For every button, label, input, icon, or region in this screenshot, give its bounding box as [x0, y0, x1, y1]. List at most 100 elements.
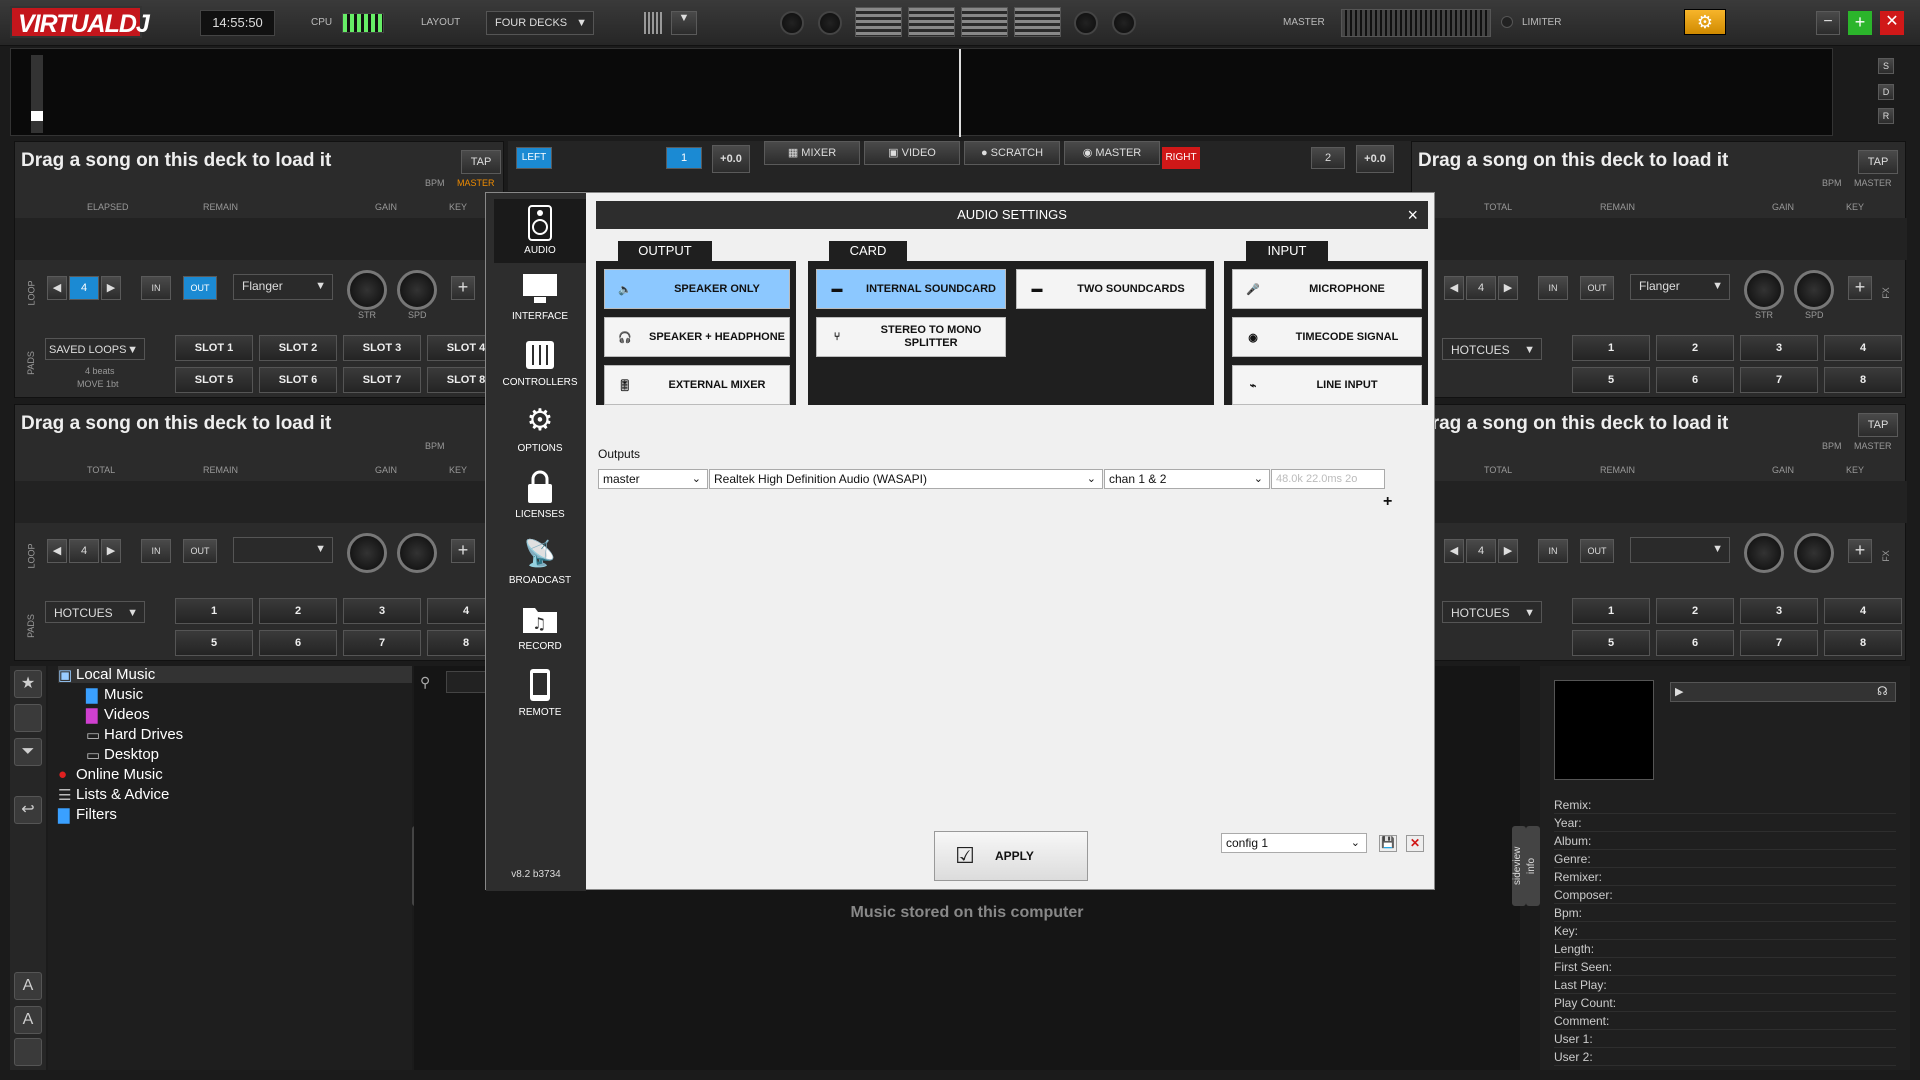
deck-4-pad-5[interactable]: 5 [1572, 630, 1650, 656]
deck-1-str-knob[interactable] [347, 270, 387, 310]
deck-2-pad-6[interactable]: 6 [1656, 367, 1734, 393]
tab-master[interactable]: ◉ MASTER [1064, 141, 1160, 165]
star-icon[interactable]: ★ [14, 670, 42, 698]
deck-4-pad-3[interactable]: 3 [1740, 598, 1818, 624]
deck-2-pad-1[interactable]: 1 [1572, 335, 1650, 361]
deck-2-pad-2[interactable]: 2 [1656, 335, 1734, 361]
master-knob-1[interactable] [780, 11, 804, 35]
nav-licenses[interactable]: LICENSES [494, 463, 586, 527]
font-size-icon[interactable]: A [14, 972, 42, 1000]
deck-1-pitch[interactable]: +0.0 [712, 145, 750, 173]
deck-3-pad-1[interactable]: 1 [175, 598, 253, 624]
deck-3-pad-5[interactable]: 5 [175, 630, 253, 656]
deck-1-wave-strip[interactable] [15, 218, 505, 260]
deck-4-pad-1[interactable]: 1 [1572, 598, 1650, 624]
sdr-r[interactable]: R [1878, 108, 1894, 124]
nav-options[interactable]: ⚙ OPTIONS [494, 397, 586, 461]
deck-2-loop-out[interactable]: OUT [1580, 276, 1614, 300]
maximize-button[interactable]: + [1848, 11, 1872, 35]
deck-4-pad-7[interactable]: 7 [1740, 630, 1818, 656]
output-channel-select[interactable]: chan 1 & 2 ⌄ [1104, 469, 1270, 489]
info-tab[interactable]: info [1526, 826, 1540, 906]
tree-videos[interactable]: ▇ Videos [86, 706, 150, 724]
edit-icon[interactable] [14, 1038, 42, 1066]
add-output-button[interactable]: + [1383, 493, 1392, 511]
master-knob-2[interactable] [818, 11, 842, 35]
font-smaller-icon[interactable]: A [14, 1006, 42, 1034]
deck-2-spd-knob[interactable] [1794, 270, 1834, 310]
tree-music[interactable]: ▇ Music [86, 686, 143, 704]
deck-3-pad-6[interactable]: 6 [259, 630, 337, 656]
deck-4-pads-mode[interactable]: HOTCUES ▼ [1442, 601, 1542, 623]
nav-controllers[interactable]: CONTROLLERS [494, 331, 586, 395]
tree-lists-advice[interactable]: ☰ Lists & Advice [58, 786, 169, 804]
minimize-button[interactable]: − [1816, 11, 1840, 35]
tree-online-music[interactable]: ● Online Music [58, 766, 163, 783]
deck-4-str-knob[interactable] [1744, 533, 1784, 573]
right-deck-button[interactable]: RIGHT [1162, 147, 1200, 169]
deck-2-pad-7[interactable]: 7 [1740, 367, 1818, 393]
deck-2-pads-mode[interactable]: HOTCUES ▼ [1442, 338, 1542, 360]
limiter-led[interactable] [1501, 16, 1513, 28]
output-device-select[interactable]: Realtek High Definition Audio (WASAPI) ⌄ [709, 469, 1103, 489]
input-microphone[interactable]: 🎤 MICROPHONE [1232, 269, 1422, 309]
left-deck-button[interactable]: LEFT [516, 147, 552, 169]
deck-2-loop-in[interactable]: IN [1538, 276, 1568, 300]
deck-3-fx-add[interactable]: + [451, 539, 475, 563]
sdr-s[interactable]: S [1878, 58, 1894, 74]
waveform-overview[interactable] [10, 48, 1833, 137]
deck-1-slot-6[interactable]: SLOT 6 [259, 367, 337, 393]
deck-3-pads-mode[interactable]: HOTCUES ▼ [45, 601, 145, 623]
tab-video[interactable]: ▣ VIDEO [864, 141, 960, 165]
sampler-icon[interactable] [14, 704, 42, 732]
deck-2-select[interactable]: 2 [1311, 147, 1345, 169]
deck-2-pitch[interactable]: +0.0 [1356, 145, 1394, 173]
deck-2-tap-button[interactable]: TAP [1858, 150, 1898, 174]
deck-4-loop-size[interactable]: 4 [1466, 539, 1496, 563]
close-button[interactable]: ✕ [1880, 11, 1904, 35]
deck-2-wave-strip[interactable] [1412, 218, 1907, 260]
deck-1-pads-mode[interactable]: SAVED LOOPS ▼ [45, 338, 145, 360]
card-stereo-mono-splitter[interactable]: ⑂ STEREO TO MONO SPLITTER [816, 317, 1006, 357]
deck-3-loop-in[interactable]: IN [141, 539, 171, 563]
deck-1-spd-knob[interactable] [397, 270, 437, 310]
waveform-icon[interactable] [644, 12, 664, 34]
deck-4-fx-add[interactable]: + [1848, 539, 1872, 563]
nav-remote[interactable]: REMOTE [494, 661, 586, 725]
nav-audio[interactable]: AUDIO [494, 199, 586, 263]
deck-1-slot-7[interactable]: SLOT 7 [343, 367, 421, 393]
card-internal-soundcard[interactable]: ▬ INTERNAL SOUNDCARD [816, 269, 1006, 309]
deck-3-pad-2[interactable]: 2 [259, 598, 337, 624]
sideview-tab[interactable]: sideview [1512, 826, 1526, 906]
deck-4-loop-next[interactable]: ▶ [1498, 539, 1518, 563]
deck-4-tap-button[interactable]: TAP [1858, 413, 1898, 437]
deck-2-fx-add[interactable]: + [1848, 276, 1872, 300]
deck-1-select[interactable]: 1 [666, 147, 702, 169]
apply-button[interactable]: ☑ APPLY [934, 831, 1088, 881]
headphone-icon[interactable]: ☊ [1877, 684, 1888, 698]
deck-1-slot-3[interactable]: SLOT 3 [343, 335, 421, 361]
zoom-slider[interactable] [31, 55, 43, 133]
card-two-soundcards[interactable]: ▬ TWO SOUNDCARDS [1016, 269, 1206, 309]
settings-gear-button[interactable]: ⚙ [1684, 9, 1726, 35]
deck-1-fx-select[interactable]: Flanger ▼ [233, 274, 333, 300]
deck-4-pad-8[interactable]: 8 [1824, 630, 1902, 656]
deck-3-loop-out[interactable]: OUT [183, 539, 217, 563]
deck-1-fx-add[interactable]: + [451, 276, 475, 300]
search-input[interactable] [446, 671, 486, 693]
deck-1-slot-2[interactable]: SLOT 2 [259, 335, 337, 361]
deck-4-wave-strip[interactable] [1412, 481, 1907, 523]
delete-config-button[interactable]: ✕ [1406, 835, 1424, 852]
filter-icon[interactable]: ⏷ [14, 738, 42, 766]
deck-3-fx-select[interactable]: ▼ [233, 537, 333, 563]
deck-4-spd-knob[interactable] [1794, 533, 1834, 573]
waveform-dropdown[interactable]: ▼ [671, 11, 697, 35]
deck-3-pad-3[interactable]: 3 [343, 598, 421, 624]
deck-2-pad-3[interactable]: 3 [1740, 335, 1818, 361]
deck-1-slot-1[interactable]: SLOT 1 [175, 335, 253, 361]
play-icon[interactable]: ▶ [1675, 685, 1683, 698]
master-knob-4[interactable] [1112, 11, 1136, 35]
preview-player[interactable]: ▶ ☊ [1670, 682, 1896, 702]
layout-select[interactable]: FOUR DECKS ▼ [486, 11, 594, 35]
deck-2-fx-select[interactable]: Flanger ▼ [1630, 274, 1730, 300]
